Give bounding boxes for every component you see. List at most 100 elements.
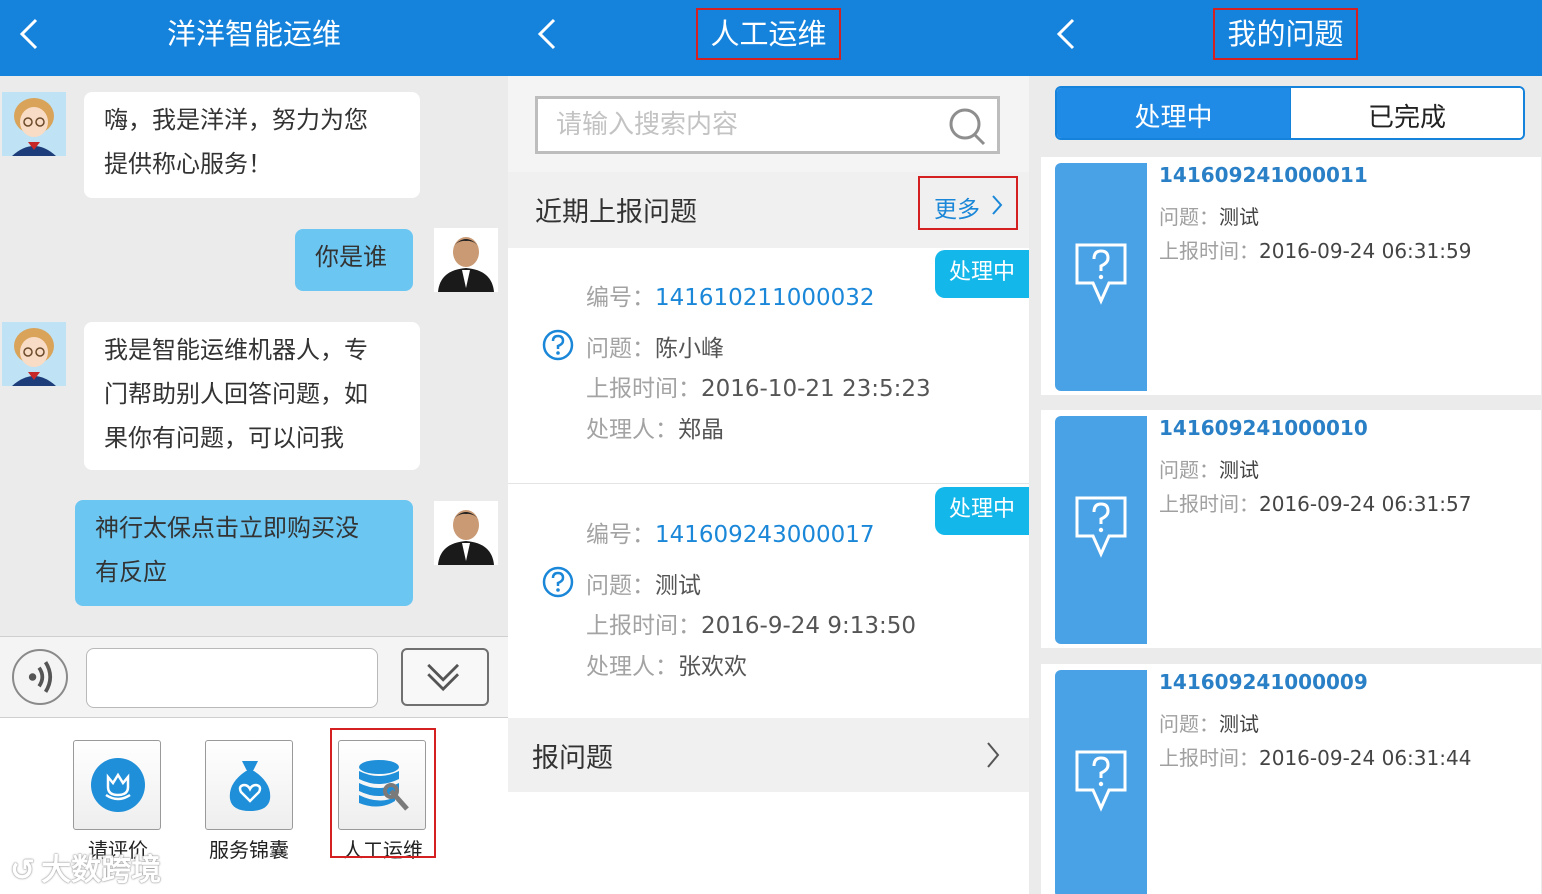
issue-card[interactable]: 处理中 编号：141610211000032 问题：陈小峰 上报时间：2016-… <box>508 248 1029 484</box>
user-message: 神行太保点击立即购买没 有反应 <box>75 500 413 606</box>
chevron-right-icon <box>987 742 1000 768</box>
user-message: 你是谁 <box>295 229 413 291</box>
message-line: 果你有问题，可以问我 <box>104 424 344 452</box>
message-line: 我是智能运维机器人，专 <box>104 336 368 364</box>
search-box <box>535 96 1000 154</box>
issue-id: 141610211000032 <box>655 285 875 311</box>
issue-handler-row: 处理人：张欢欢 <box>586 647 747 681</box>
chevron-down-icon <box>427 663 460 692</box>
item-icon-panel <box>1055 416 1147 644</box>
item-question-row: 问题：测试 <box>1159 454 1259 483</box>
question-icon <box>542 329 574 361</box>
item-id: 141609241000010 <box>1159 416 1368 440</box>
more-link[interactable]: 更多 <box>918 176 1018 230</box>
tab-completed[interactable]: 已完成 <box>1290 88 1523 138</box>
item-question-row: 问题：测试 <box>1159 201 1259 230</box>
bot-message: 我是智能运维机器人，专 门帮助别人回答问题，如 果你有问题，可以问我 <box>84 322 420 470</box>
question-label: 问题： <box>586 573 655 599</box>
issue-time: 2016-10-21 23:5:23 <box>701 376 931 402</box>
user-avatar <box>434 501 498 565</box>
time-label: 上报时间： <box>1159 746 1259 770</box>
list-item[interactable]: 141609241000010 问题：测试 上报时间：2016-09-24 06… <box>1041 410 1541 648</box>
chat-panel: 洋洋智能运维 嗨，我是洋洋，努力为您 提供称心服务！ 你是谁 我是智能运维机器人… <box>0 0 508 894</box>
list-item[interactable]: 141609241000009 问题：测试 上报时间：2016-09-24 06… <box>1041 664 1541 894</box>
page-title: 洋洋智能运维 <box>166 17 341 51</box>
tulip-icon <box>91 758 145 812</box>
issue-id-row: 编号：141609243000017 <box>586 515 875 549</box>
question-bubble-icon <box>1075 496 1127 558</box>
issue-question-row: 问题：陈小峰 <box>586 329 724 363</box>
issue-time: 2016-9-24 9:13:50 <box>701 613 917 639</box>
item-icon-panel <box>1055 163 1147 391</box>
top-bar: 洋洋智能运维 <box>0 0 508 76</box>
item-time-row: 上报时间：2016-09-24 06:31:57 <box>1159 488 1471 517</box>
message-line: 门帮助别人回答问题，如 <box>104 380 368 408</box>
message-input[interactable] <box>86 648 378 708</box>
issue-handler: 张欢欢 <box>678 654 747 680</box>
bot-avatar <box>2 322 66 386</box>
service-tips-button[interactable] <box>205 740 293 830</box>
issue-card[interactable]: 处理中 编号：141609243000017 问题：测试 上报时间：2016-9… <box>508 485 1029 721</box>
search-area <box>508 76 1029 172</box>
question-icon <box>542 566 574 598</box>
highlight-box <box>330 728 436 858</box>
status-badge: 处理中 <box>935 487 1029 535</box>
page-title: 人工运维 <box>696 8 841 60</box>
page-title-wrap: 人工运维 <box>508 8 1029 60</box>
handler-label: 处理人： <box>586 417 678 443</box>
message-line: 神行太保点击立即购买没 <box>95 514 359 542</box>
list-item[interactable]: 141609241000011 问题：测试 上报时间：2016-09-24 06… <box>1041 157 1541 395</box>
tab-in-progress[interactable]: 处理中 <box>1057 88 1290 138</box>
item-time: 2016-09-24 06:31:57 <box>1259 492 1472 516</box>
status-badge: 处理中 <box>935 250 1029 298</box>
page-title: 我的问题 <box>1213 8 1358 60</box>
question-bubble-icon <box>1075 243 1127 305</box>
watermark-text: 大数跨境 <box>41 853 162 888</box>
search-icon[interactable] <box>947 105 987 147</box>
item-question-row: 问题：测试 <box>1159 708 1259 737</box>
time-label: 上报时间： <box>1159 239 1259 263</box>
search-input[interactable] <box>556 105 936 145</box>
message-line: 你是谁 <box>315 243 387 271</box>
tool-label: 服务锦囊 <box>209 838 289 862</box>
issue-question: 测试 <box>655 573 701 599</box>
time-label: 上报时间： <box>586 376 701 402</box>
voice-icon[interactable] <box>12 649 68 705</box>
top-bar: 我的问题 <box>1029 0 1542 76</box>
issue-id: 141609243000017 <box>655 522 875 548</box>
top-bar: 人工运维 <box>508 0 1029 76</box>
item-id: 141609241000009 <box>1159 670 1368 694</box>
rate-button[interactable] <box>73 740 161 830</box>
input-bar <box>0 636 508 718</box>
collapse-button[interactable] <box>401 648 489 706</box>
bot-message: 嗨，我是洋洋，努力为您 提供称心服务！ <box>84 92 420 198</box>
chevron-right-icon <box>992 195 1003 215</box>
section-title: 近期上报问题 <box>535 197 697 228</box>
watermark: ↺ 大数跨境 <box>10 845 161 889</box>
message-line: 嗨，我是洋洋，努力为您 <box>104 106 368 134</box>
issue-handler-row: 处理人：郑晶 <box>586 410 724 444</box>
time-label: 上报时间： <box>1159 492 1259 516</box>
time-label: 上报时间： <box>586 613 701 639</box>
empty-area <box>508 792 1029 894</box>
manual-ops-panel: 人工运维 近期上报问题 更多 处理中 编号：141610211000032 <box>508 0 1029 894</box>
handler-label: 处理人： <box>586 654 678 680</box>
item-id: 141609241000011 <box>1159 163 1368 187</box>
issue-question: 陈小峰 <box>655 336 724 362</box>
question-bubble-icon <box>1075 750 1127 812</box>
item-question: 测试 <box>1219 458 1259 482</box>
report-label: 报问题 <box>532 743 613 774</box>
message-line: 提供称心服务！ <box>104 150 272 178</box>
item-time-row: 上报时间：2016-09-24 06:31:44 <box>1159 742 1471 771</box>
id-label: 编号： <box>586 285 655 311</box>
report-issue-row[interactable]: 报问题 <box>508 718 1029 792</box>
question-label: 问题： <box>586 336 655 362</box>
question-label: 问题： <box>1159 458 1219 482</box>
user-avatar <box>434 228 498 292</box>
watermark-logo-icon: ↺ <box>10 853 36 888</box>
item-question: 测试 <box>1219 205 1259 229</box>
item-time-row: 上报时间：2016-09-24 06:31:59 <box>1159 235 1471 264</box>
recent-header: 近期上报问题 更多 <box>508 172 1029 248</box>
item-question: 测试 <box>1219 712 1259 736</box>
question-label: 问题： <box>1159 712 1219 736</box>
